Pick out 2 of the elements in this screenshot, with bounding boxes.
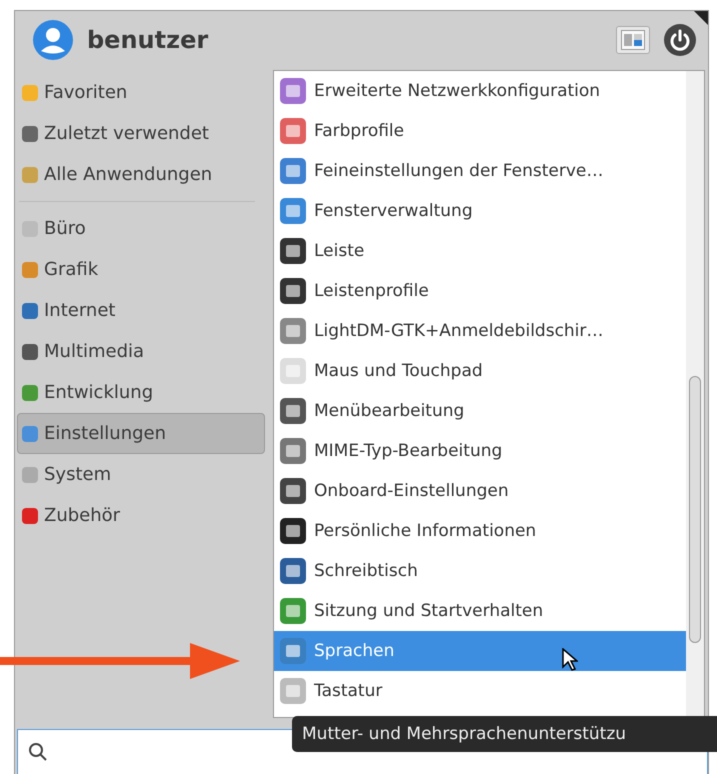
user-name: benutzer [87,26,208,54]
tooltip: Mutter- und Mehrsprachenunterstützu [292,716,717,752]
